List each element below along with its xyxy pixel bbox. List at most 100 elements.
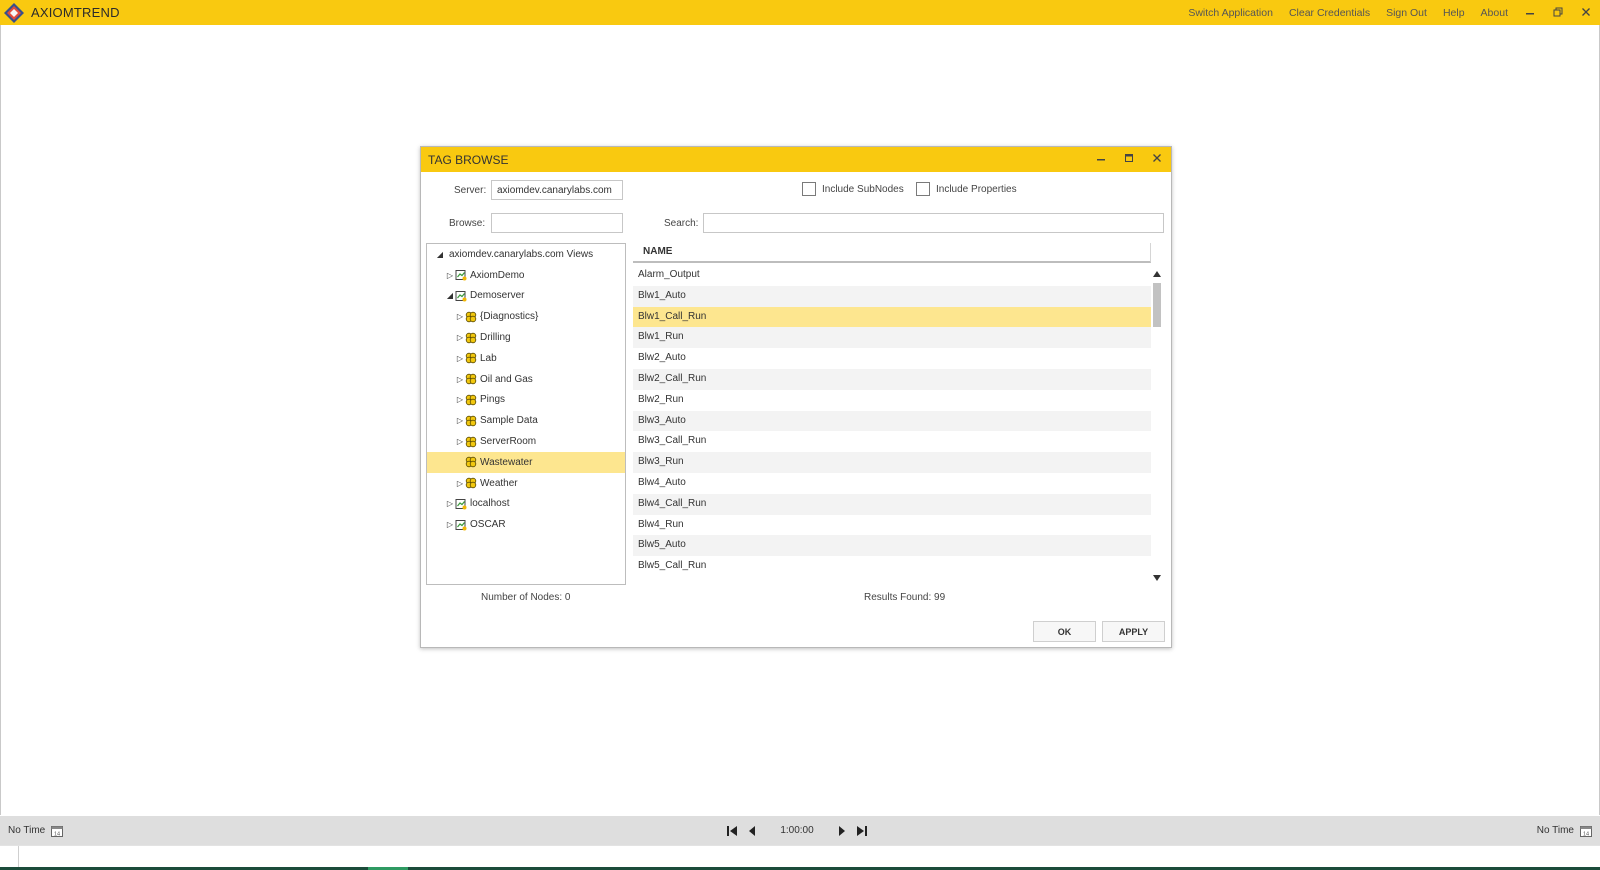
tree-item[interactable]: ▷ Oil and Gas <box>427 369 625 390</box>
results-scrollbar[interactable] <box>1152 265 1163 581</box>
tree-item[interactable]: ◢ Demoserver <box>427 286 625 307</box>
tree-item-label: Weather <box>480 477 518 489</box>
include-properties-box[interactable] <box>916 182 930 196</box>
apply-button[interactable]: APPLY <box>1102 621 1165 642</box>
browse-label: Browse: <box>449 218 486 229</box>
tree-item-label: Sample Data <box>480 415 538 427</box>
tag-node-icon <box>465 394 477 406</box>
tree-item[interactable]: ▷ localhost <box>427 494 625 515</box>
result-row[interactable]: Blw3_Call_Run <box>633 431 1151 452</box>
expand-arrow-icon[interactable]: ▷ <box>455 375 465 384</box>
result-row[interactable]: Blw2_Auto <box>633 348 1151 369</box>
scroll-thumb[interactable] <box>1153 283 1161 327</box>
ok-button[interactable]: OK <box>1033 621 1096 642</box>
dialog-title-bar[interactable]: TAG BROWSE <box>421 147 1171 172</box>
svg-text:14: 14 <box>1583 831 1589 837</box>
dialog-close-icon[interactable] <box>1143 153 1171 166</box>
help-link[interactable]: Help <box>1435 7 1473 19</box>
result-row[interactable]: Blw3_Auto <box>633 410 1151 432</box>
include-subnodes-label: Include SubNodes <box>822 183 904 195</box>
close-icon[interactable] <box>1572 6 1600 20</box>
scroll-down-icon[interactable] <box>1153 575 1161 581</box>
include-properties-label: Include Properties <box>936 183 1017 195</box>
scroll-up-icon[interactable] <box>1153 271 1161 277</box>
view-icon <box>455 519 467 531</box>
expand-arrow-icon[interactable]: ▷ <box>455 395 465 404</box>
skip-to-start-icon[interactable] <box>722 823 742 839</box>
search-label: Search: <box>664 218 699 229</box>
expand-arrow-icon[interactable]: ▷ <box>455 437 465 446</box>
tree-item-label: localhost <box>470 498 510 510</box>
browse-input[interactable] <box>491 213 623 233</box>
result-row[interactable]: Blw2_Call_Run <box>633 368 1151 390</box>
tree-item[interactable]: ▷ Pings <box>427 390 625 411</box>
expand-arrow-icon[interactable]: ▷ <box>445 520 455 529</box>
tag-node-icon <box>465 477 477 489</box>
about-link[interactable]: About <box>1473 7 1516 19</box>
expand-arrow-icon[interactable]: ▷ <box>455 416 465 425</box>
tree-item[interactable]: ▷ Lab <box>427 348 625 369</box>
tree-item-label: axiomdev.canarylabs.com Views <box>449 248 594 260</box>
view-icon <box>455 498 467 510</box>
include-subnodes-box[interactable] <box>802 182 816 196</box>
clear-credentials-link[interactable]: Clear Credentials <box>1281 7 1378 19</box>
duration-display[interactable]: 1:00:00 <box>762 825 832 836</box>
dialog-minimize-icon[interactable] <box>1087 153 1115 166</box>
calendar-icon[interactable]: 14 <box>1580 825 1592 837</box>
node-tree: ◢ axiomdev.canarylabs.com Views ▷ AxiomDemo… <box>426 243 626 585</box>
result-row[interactable]: Blw1_Call_Run <box>633 306 1151 328</box>
end-time-label: No Time <box>1536 825 1574 836</box>
minimize-icon[interactable] <box>1516 6 1544 20</box>
restore-icon[interactable] <box>1544 6 1572 20</box>
expand-arrow-icon[interactable]: ▷ <box>455 354 465 363</box>
collapse-arrow-icon[interactable]: ◢ <box>445 291 455 300</box>
calendar-icon[interactable]: 14 <box>51 825 64 837</box>
step-back-icon[interactable] <box>742 823 762 839</box>
number-of-nodes-text: Number of Nodes: 0 <box>481 592 571 603</box>
tree-item[interactable]: ▷ OSCAR <box>427 514 625 535</box>
start-time[interactable]: No Time 14 <box>8 825 64 837</box>
tree-item[interactable]: ▷ Sample Data <box>427 410 625 431</box>
tree-item[interactable]: ▷ Weather <box>427 473 625 494</box>
switch-application-link[interactable]: Switch Application <box>1180 7 1281 19</box>
app-title-bar: AXIOMTREND Switch Application Clear Cred… <box>0 0 1600 25</box>
expand-arrow-icon[interactable]: ▷ <box>455 333 465 342</box>
results-list: NAME Alarm_Output Blw1_Auto Blw1_Call_Run B… <box>633 243 1163 585</box>
search-input[interactable] <box>703 213 1164 233</box>
result-row[interactable]: Blw1_Auto <box>633 285 1151 307</box>
tree-item[interactable]: ▷ ServerRoom <box>427 431 625 452</box>
result-row[interactable]: Blw4_Run <box>633 515 1151 536</box>
result-row[interactable]: Blw5_Auto <box>633 535 1151 557</box>
include-properties-checkbox[interactable]: Include Properties <box>916 182 1017 196</box>
svg-text:14: 14 <box>54 831 60 837</box>
dialog-maximize-icon[interactable] <box>1115 153 1143 166</box>
name-column-header[interactable]: NAME <box>633 243 1151 263</box>
divider <box>18 846 19 868</box>
result-row[interactable]: Blw4_Auto <box>633 473 1151 494</box>
step-forward-icon[interactable] <box>832 823 852 839</box>
result-row[interactable]: Alarm_Output <box>633 265 1151 286</box>
result-row[interactable]: Blw3_Run <box>633 452 1151 473</box>
result-row[interactable]: Blw5_Call_Run <box>633 556 1151 577</box>
tree-item[interactable]: Wastewater <box>427 451 625 473</box>
view-icon <box>455 270 467 281</box>
tree-item-label: Pings <box>480 394 506 406</box>
tree-item[interactable]: ▷ AxiomDemo <box>427 265 625 286</box>
tree-item[interactable]: ▷ Drilling <box>427 327 625 348</box>
app-menu: Switch Application Clear Credentials Sig… <box>1180 0 1600 25</box>
end-time[interactable]: No Time 14 <box>1537 825 1592 837</box>
include-subnodes-checkbox[interactable]: Include SubNodes <box>802 182 904 196</box>
tree-item[interactable]: ◢ axiomdev.canarylabs.com Views <box>427 244 625 265</box>
expand-arrow-icon[interactable]: ▷ <box>455 479 465 488</box>
tree-item[interactable]: ▷ {Diagnostics} <box>427 306 625 327</box>
server-input[interactable] <box>491 180 623 200</box>
expand-arrow-icon[interactable]: ▷ <box>445 499 455 508</box>
expand-arrow-icon[interactable]: ▷ <box>445 271 455 280</box>
collapse-arrow-icon[interactable]: ◢ <box>435 250 445 259</box>
expand-arrow-icon[interactable]: ▷ <box>455 312 465 321</box>
result-row[interactable]: Blw1_Run <box>633 327 1151 349</box>
result-row[interactable]: Blw2_Run <box>633 390 1151 411</box>
result-row[interactable]: Blw4_Call_Run <box>633 493 1151 515</box>
skip-to-end-icon[interactable] <box>852 823 872 839</box>
sign-out-link[interactable]: Sign Out <box>1378 7 1435 19</box>
